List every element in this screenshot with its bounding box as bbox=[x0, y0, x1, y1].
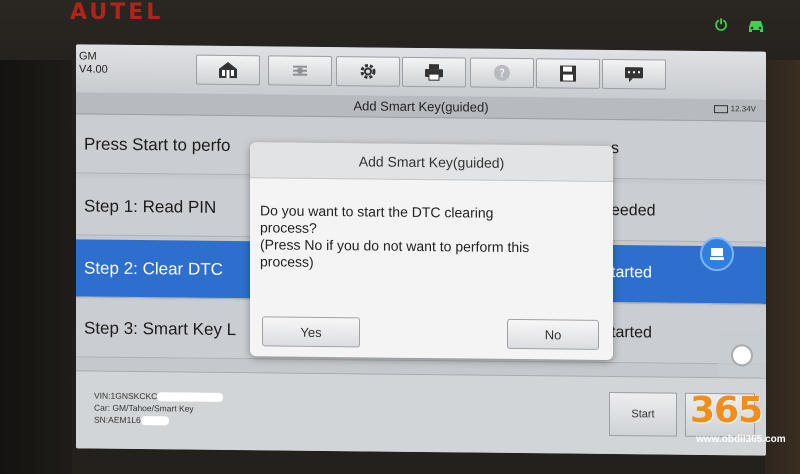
gear-icon bbox=[360, 63, 376, 79]
make-label: GM bbox=[79, 50, 97, 63]
save-icon bbox=[560, 65, 576, 82]
floating-keyboard-button[interactable] bbox=[700, 236, 734, 272]
settings-button[interactable] bbox=[336, 56, 400, 87]
page-title: Add Smart Key(guided) bbox=[353, 98, 489, 115]
watermark-url: www.obdii365.com bbox=[696, 434, 786, 445]
confirm-dialog: Add Smart Key(guided) Do you want to sta… bbox=[250, 142, 613, 361]
svg-text:?: ? bbox=[499, 67, 505, 80]
message-button[interactable] bbox=[602, 58, 666, 90]
vehicle-info: VIN:1GNSKCKC Car: GM/Tahoe/Smart Key SN:… bbox=[94, 390, 224, 427]
bezel-left bbox=[0, 60, 72, 474]
assistive-touch-button[interactable] bbox=[718, 331, 766, 380]
home-button[interactable] bbox=[196, 54, 260, 86]
no-button[interactable]: No bbox=[507, 318, 599, 350]
battery-indicator: 12.34V bbox=[713, 104, 756, 114]
help-icon: ? bbox=[494, 64, 510, 81]
battery-voltage: 12.34V bbox=[730, 104, 756, 114]
watermark-logo: 365 bbox=[690, 390, 763, 431]
yes-button[interactable]: Yes bbox=[262, 316, 360, 348]
battery-icon bbox=[713, 104, 728, 113]
redaction-mark bbox=[140, 416, 169, 426]
vin-label: VIN:1GNSKCKC bbox=[94, 390, 158, 402]
home-icon bbox=[219, 61, 237, 79]
print-button[interactable] bbox=[402, 56, 466, 88]
vehicle-info-footer: VIN:1GNSKCKC Car: GM/Tahoe/Smart Key SN:… bbox=[76, 370, 766, 456]
assistive-dot-icon bbox=[731, 344, 753, 367]
redaction-mark bbox=[157, 392, 224, 403]
car-icon bbox=[749, 21, 763, 32]
start-button[interactable]: Start bbox=[609, 391, 677, 437]
vehicle-make-version: GM V4.00 bbox=[79, 50, 108, 76]
dialog-title: Add Smart Key(guided) bbox=[250, 142, 613, 183]
version-label: V4.00 bbox=[79, 63, 108, 76]
tablet-screen: GM V4.00 ? Add Smart Key(guided) 12.34V bbox=[76, 44, 766, 456]
vci-button[interactable] bbox=[268, 55, 332, 87]
step-status: eeded bbox=[611, 201, 656, 220]
step-label: Step 1: Read PIN bbox=[84, 196, 217, 217]
help-button[interactable]: ? bbox=[470, 57, 534, 89]
save-button[interactable] bbox=[536, 58, 600, 89]
vci-icon bbox=[293, 65, 307, 76]
step-label: Press Start to perfo bbox=[84, 134, 231, 156]
printer-icon bbox=[425, 64, 443, 81]
top-toolbar: GM V4.00 ? bbox=[76, 44, 766, 100]
step-label: Step 2: Clear DTC bbox=[84, 258, 223, 279]
power-icon: ⏻ bbox=[715, 17, 727, 34]
watermark: 365 www.obdii365.com bbox=[690, 384, 800, 454]
keyboard-icon bbox=[710, 248, 724, 261]
brand-logo: AUTEL bbox=[70, 0, 164, 25]
step-status: tarted bbox=[611, 263, 652, 282]
step-label: Step 3: Smart Key L bbox=[84, 318, 237, 340]
dialog-message: Do you want to start the DTC clearing pr… bbox=[260, 202, 605, 274]
message-icon bbox=[625, 67, 643, 83]
step-status: tarted bbox=[611, 323, 652, 342]
sn-label: SN:AEM1L6 bbox=[94, 414, 141, 426]
dialog-message-line: process) bbox=[260, 253, 314, 270]
